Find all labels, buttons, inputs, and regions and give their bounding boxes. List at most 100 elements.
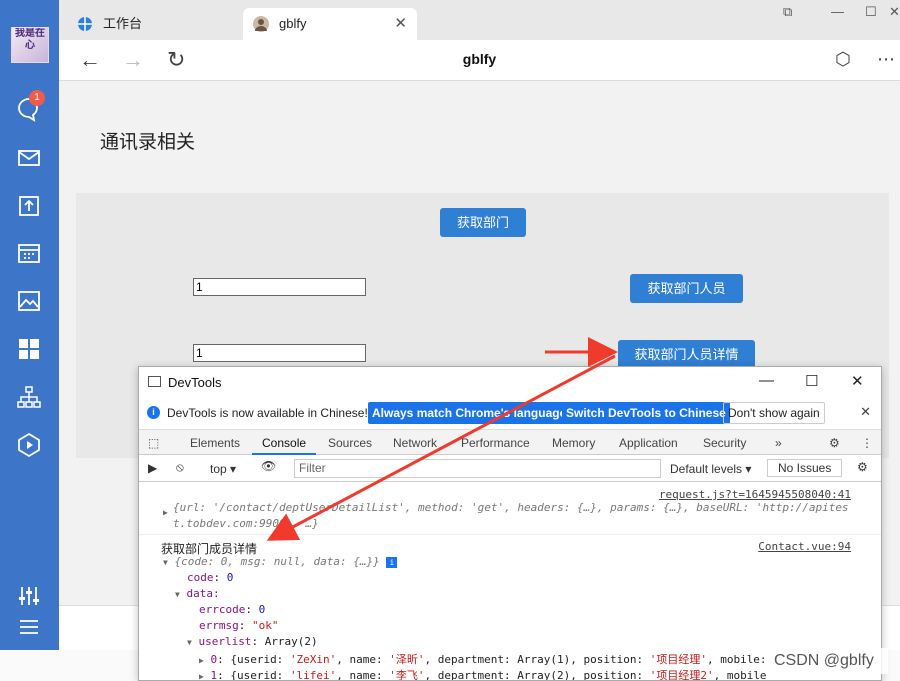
match-language-button[interactable]: Always match Chrome's language	[368, 402, 571, 424]
prop-key: errmsg	[199, 619, 239, 632]
gear-icon[interactable]: ⚙	[829, 436, 840, 450]
more-icon[interactable]: ⋯	[877, 49, 895, 70]
prop-userlist[interactable]: ▼ userlist: Array(2)	[187, 635, 318, 648]
tab-memory[interactable]: Memory	[552, 436, 595, 450]
log-text: , …}	[292, 517, 319, 530]
close-icon[interactable]: ✕	[860, 404, 871, 420]
inspect-icon[interactable]: ⬚	[148, 436, 159, 450]
log-text: , department: Array(2), position:	[424, 669, 650, 681]
log-text: 'lifei'	[289, 669, 337, 681]
tab-network[interactable]: Network	[393, 436, 437, 450]
info-icon: i	[386, 557, 398, 568]
tab-security[interactable]: Security	[703, 436, 746, 450]
page-title: 通讯录相关	[100, 132, 196, 153]
prop-key: code	[187, 571, 214, 584]
log-text: , method:	[404, 501, 472, 514]
log-text: 'get'	[471, 501, 505, 514]
window-close-icon[interactable]: ✕	[889, 4, 900, 20]
avatar[interactable]: 我是在心	[11, 27, 49, 63]
log-text: '项目经理'	[649, 653, 707, 666]
restore-icon[interactable]: ⧉	[783, 4, 792, 20]
userlist-item[interactable]: ▶ 1: {userid: 'lifei', name: '李飞', depar…	[199, 667, 767, 681]
prop-key: userlist	[198, 635, 252, 648]
log-text: {url:	[173, 501, 213, 514]
equalizer-icon[interactable]	[16, 583, 42, 609]
console-toolbar: ▶ ⦸ top ▾ 👁 Filter Default levels ▾ No I…	[139, 456, 881, 482]
log-entry[interactable]: ▶ {url: '/contact/deptUserDetailList', m…	[163, 501, 849, 517]
maximize-icon[interactable]: ☐	[805, 372, 818, 390]
info-message: DevTools is now available in Chinese!	[167, 406, 368, 420]
cube-icon[interactable]	[16, 193, 42, 219]
address-title: gblfy	[462, 51, 497, 67]
response-object[interactable]: ▼ {code: 0, msg: null, data: {…}} i	[163, 555, 398, 568]
sidebar: 我是在心 1	[0, 0, 59, 650]
log-text: , headers: {…}, params: {…}, baseURL:	[504, 501, 756, 514]
prop-key: data:	[186, 587, 220, 600]
close-icon[interactable]: ✕	[394, 8, 407, 40]
close-icon[interactable]: ✕	[851, 372, 864, 390]
log-text: , mobile:	[706, 653, 767, 666]
tab-label: gblfy	[279, 16, 307, 31]
prop-key: 0	[210, 653, 218, 666]
minimize-icon[interactable]: —	[831, 4, 844, 19]
sidebar-toggle-icon[interactable]: ▶	[148, 461, 157, 475]
prop-value: 0	[258, 603, 266, 616]
switch-chinese-button[interactable]: Switch DevTools to Chinese	[562, 402, 730, 424]
menu-icon[interactable]	[16, 614, 42, 640]
minimize-icon[interactable]: —	[759, 372, 774, 389]
tab-sources[interactable]: Sources	[328, 436, 372, 450]
tab-gblfy[interactable]: gblfy ✕	[243, 8, 417, 40]
log-text: '泽昕'	[389, 653, 425, 666]
devtools-window: DevTools — ☐ ✕ i DevTools is now availab…	[138, 366, 882, 681]
tab-elements[interactable]: Elements	[190, 436, 240, 450]
clear-icon[interactable]: ⦸	[176, 460, 184, 475]
browser-tabbar: 工作台 gblfy ✕ ⧉ — ☐ ✕	[59, 0, 900, 40]
kebab-icon[interactable]: ⋮	[861, 436, 873, 450]
language-infobar: i DevTools is now available in Chinese! …	[139, 401, 881, 425]
eye-icon[interactable]: 👁	[261, 459, 276, 473]
dept-id-input[interactable]: 1	[193, 278, 366, 296]
get-member-details-button[interactable]: 获取部门人员详情	[618, 340, 755, 369]
tab-performance[interactable]: Performance	[461, 436, 530, 450]
context-select[interactable]: top ▾	[210, 462, 236, 476]
log-text: , mobile	[713, 669, 767, 681]
prop-data[interactable]: ▼ data:	[175, 587, 220, 600]
expand-triangle-icon: ▼	[175, 590, 180, 599]
log-text: t.tobdev.com:9900'	[173, 517, 293, 530]
gear-icon[interactable]: ⚙	[857, 460, 868, 474]
get-dept-members-button[interactable]: 获取部门人员	[630, 274, 743, 303]
levels-select[interactable]: Default levels ▾	[670, 462, 751, 476]
get-dept-button[interactable]: 获取部门	[440, 208, 526, 237]
maximize-icon[interactable]: ☐	[865, 4, 877, 20]
dept-id-input-2[interactable]: 1	[193, 344, 366, 362]
tab-application[interactable]: Application	[619, 436, 678, 450]
apps-icon[interactable]	[16, 336, 42, 362]
levels-label: Default levels	[670, 462, 743, 476]
settings-hex-icon[interactable]: ⬡	[835, 49, 851, 70]
log-text: '/contact/deptUserDetailList'	[212, 501, 405, 514]
userlist-item[interactable]: ▶ 0: {userid: 'ZeXin', name: '泽昕', depar…	[199, 651, 767, 667]
filter-input[interactable]: Filter	[294, 459, 661, 478]
devtools-title: DevTools	[168, 375, 222, 390]
devtools-icon	[148, 376, 161, 387]
source-link[interactable]: Contact.vue:94	[758, 540, 851, 553]
expand-triangle-icon: ▶	[163, 508, 168, 517]
watermark: CSDN @gblfy	[770, 648, 888, 674]
tab-console[interactable]: Console	[262, 436, 306, 450]
expand-triangle-icon: ▼	[187, 638, 192, 647]
tab-workbench[interactable]: 工作台	[67, 8, 241, 40]
dont-show-again-button[interactable]: Don't show again	[723, 402, 825, 424]
tab-label: 工作台	[103, 16, 143, 31]
video-icon[interactable]	[16, 432, 42, 458]
log-text: 'http://apites	[755, 501, 849, 514]
log-text: '项目经理2'	[649, 669, 714, 681]
app-window: 我是在心 1 工作台 gblfy ✕ ⧉ — ☐ ✕ ← → ↻ gblfy ⬡…	[0, 0, 900, 681]
log-text: , department: Array(1), position:	[424, 653, 650, 666]
source-link[interactable]: request.js?t=1645945508040:41	[659, 488, 851, 501]
calendar-icon[interactable]	[16, 240, 42, 266]
org-icon[interactable]	[16, 384, 42, 410]
issues-button[interactable]: No Issues	[767, 459, 843, 477]
image-icon[interactable]	[16, 288, 42, 314]
mail-icon[interactable]	[16, 145, 42, 171]
more-tabs-icon[interactable]: »	[775, 436, 782, 450]
